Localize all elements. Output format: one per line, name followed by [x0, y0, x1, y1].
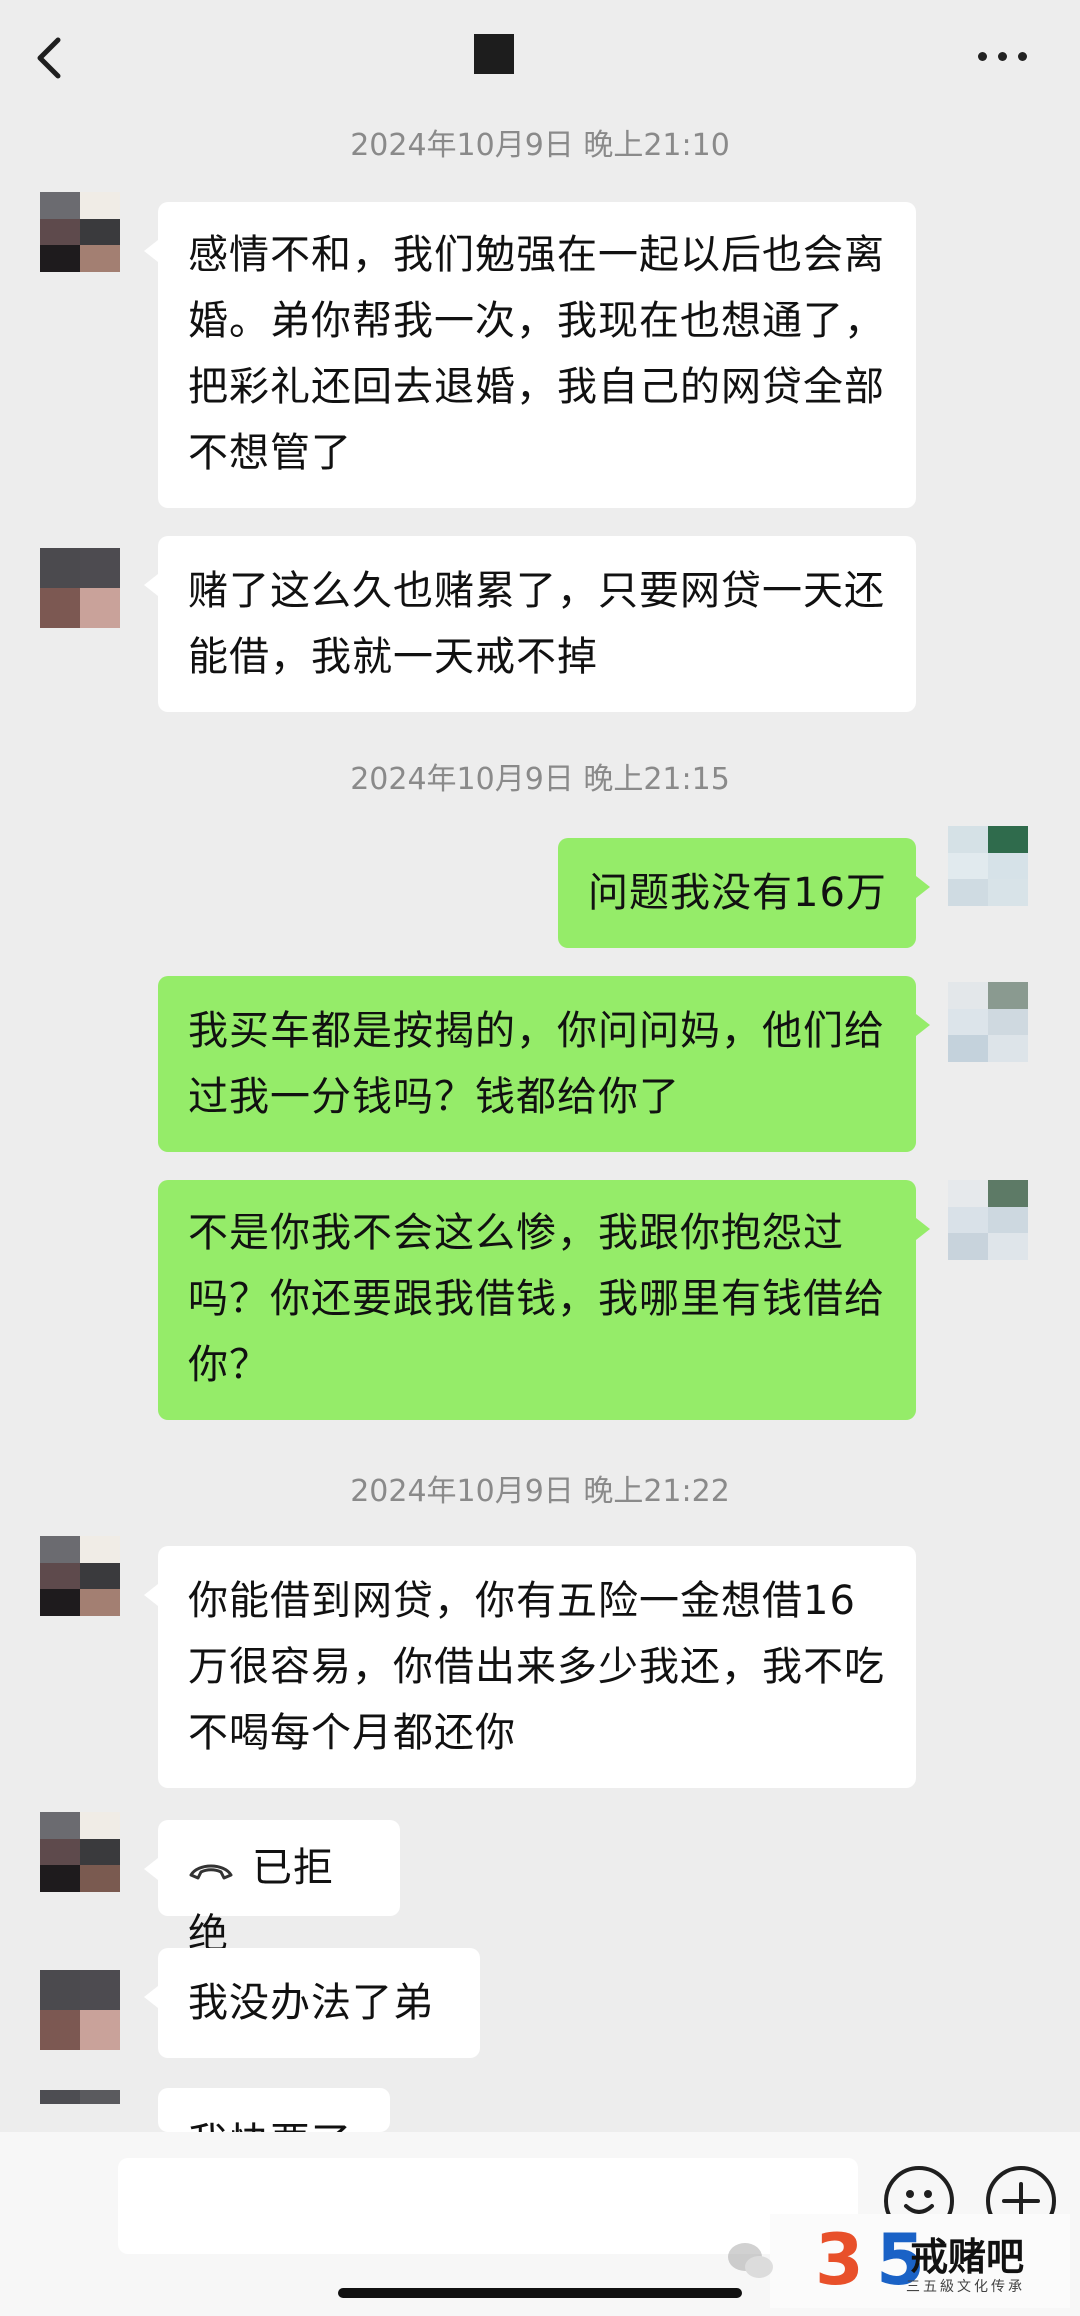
message-text: 赌了这么久也赌累了，只要网贷一天还能借，我就一天戒不掉 [188, 568, 885, 680]
chevron-left-icon[interactable] [28, 30, 72, 86]
watermark-logo: 3 5 [815, 2219, 925, 2301]
contact-avatar[interactable] [40, 1812, 120, 1892]
contact-avatar[interactable] [40, 1536, 120, 1616]
contact-avatar[interactable] [40, 1970, 120, 2050]
watermark-subtitle: 三五級文化传承 [906, 2279, 1025, 2295]
message-text: 不是你我不会这么惨，我跟你抱怨过吗？你还要跟我借钱，我哪里有钱借给你？ [188, 1210, 885, 1388]
message-text: 问题我没有16万 [588, 870, 887, 916]
message-text: 我快要了 [188, 2120, 352, 2132]
chat-header [0, 0, 1080, 110]
my-avatar[interactable] [948, 982, 1028, 1062]
call-record-bubble[interactable]: 已拒绝 [144, 1820, 400, 1957]
watermark-name: 戒赌吧 [910, 2235, 1025, 2279]
home-indicator[interactable] [338, 2288, 742, 2298]
timestamp: 2024年10月9日 晚上21:10 [350, 128, 730, 163]
message-text: 感情不和，我们勉强在一起以后也会离婚。弟你帮我一次，我现在也想通了，把彩礼还回去… [188, 232, 885, 476]
message-bubble-received[interactable]: 你能借到网贷，你有五险一金想借16万很容易，你借出来多少我还，我不吃不喝每个月都… [144, 1546, 916, 1788]
message-text: 我买车都是按揭的，你问问妈，他们给过我一分钱吗？钱都给你了 [188, 1008, 885, 1120]
message-bubble-received[interactable]: 赌了这么久也赌累了，只要网贷一天还能借，我就一天戒不掉 [144, 536, 916, 712]
message-bubble-received[interactable]: 我没办法了弟 [144, 1948, 480, 2058]
phone-hangup-icon [189, 1864, 233, 1880]
message-bubble-sent[interactable]: 不是你我不会这么惨，我跟你抱怨过吗？你还要跟我借钱，我哪里有钱借给你？ [158, 1180, 930, 1420]
watermark-logo-text: 3 [815, 2219, 864, 2301]
ellipsis-icon[interactable] [978, 50, 1028, 64]
my-avatar[interactable] [948, 1180, 1028, 1260]
chat-title-redacted [474, 34, 514, 74]
my-avatar[interactable] [948, 826, 1028, 906]
timestamp: 2024年10月9日 晚上21:15 [350, 762, 730, 797]
contact-avatar[interactable] [40, 192, 120, 272]
timestamp: 2024年10月9日 晚上21:22 [350, 1474, 730, 1509]
message-bubble-sent[interactable]: 我买车都是按揭的，你问问妈，他们给过我一分钱吗？钱都给你了 [158, 976, 930, 1152]
wechat-icon [728, 2243, 773, 2278]
message-bubble-sent[interactable]: 问题我没有16万 [558, 838, 930, 948]
message-bubble-received[interactable]: 我快要了 [158, 2088, 390, 2132]
message-text: 你能借到网贷，你有五险一金想借16万很容易，你借出来多少我还，我不吃不喝每个月都… [188, 1578, 885, 1756]
message-bubble-received[interactable]: 感情不和，我们勉强在一起以后也会离婚。弟你帮我一次，我现在也想通了，把彩礼还回去… [144, 202, 916, 508]
contact-avatar[interactable] [40, 548, 120, 628]
message-text: 我没办法了弟 [188, 1980, 434, 2026]
contact-avatar[interactable] [40, 2090, 120, 2132]
